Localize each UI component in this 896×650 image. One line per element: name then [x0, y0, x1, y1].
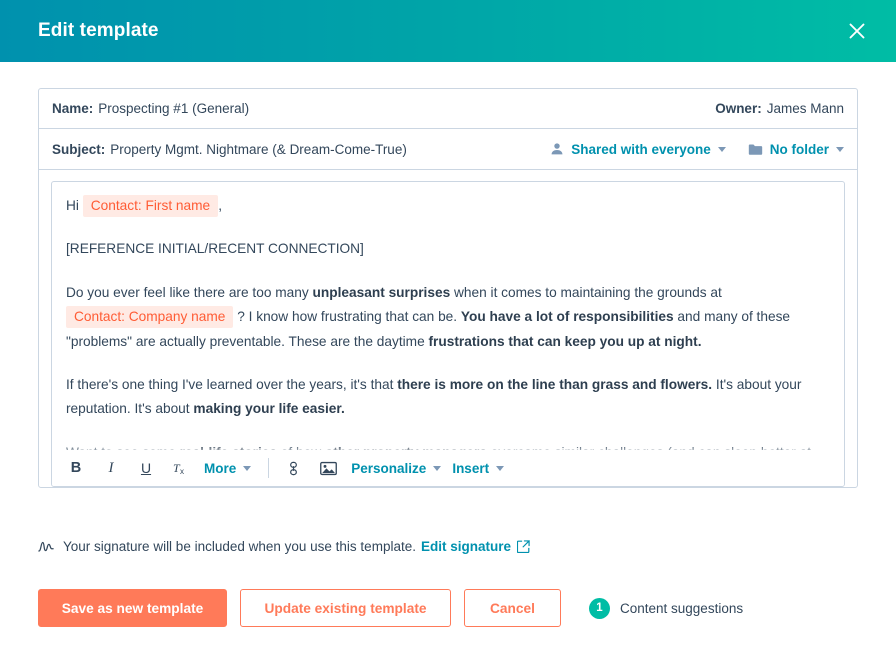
bold-button[interactable]: B [64, 456, 88, 480]
footer-actions: Save as new template Update existing tem… [38, 589, 743, 627]
link-icon[interactable] [281, 456, 305, 480]
owner-value: James Mann [766, 101, 844, 116]
greeting-prefix: Hi [66, 198, 79, 213]
editor-toolbar: B I U T x More Personalize Insert [52, 450, 844, 486]
subject-label: Subject: [52, 141, 106, 157]
sharing-label: Shared with everyone [571, 141, 711, 157]
name-input[interactable]: Prospecting #1 (General) [98, 101, 249, 116]
signature-text: Your signature will be included when you… [63, 539, 416, 554]
folder-icon [748, 143, 763, 156]
p2-text-c: ? I know how frustrating that can be. [233, 309, 461, 325]
edit-signature-link[interactable]: Edit signature [421, 539, 530, 554]
more-label: More [204, 460, 237, 476]
chevron-down-icon [243, 465, 252, 471]
underline-button[interactable]: U [134, 456, 158, 480]
owner-block: Owner: James Mann [715, 101, 844, 116]
paragraph-greeting: Hi Contact: First name, [66, 194, 830, 218]
more-dropdown[interactable]: More [204, 460, 252, 476]
p3-text-a: If there's one thing I've learned over t… [66, 376, 398, 392]
body-editor-box: Hi Contact: First name, [REFERENCE INITI… [51, 181, 845, 487]
body-wrap: Hi Contact: First name, [REFERENCE INITI… [39, 170, 857, 487]
p2-text-b: when it comes to maintaining the grounds… [450, 284, 722, 300]
folder-label: No folder [769, 141, 829, 157]
toolbar-divider [268, 458, 270, 478]
insert-dropdown[interactable]: Insert [452, 460, 505, 476]
page-title: Edit template [38, 20, 159, 41]
insert-label: Insert [452, 460, 490, 476]
italic-button[interactable]: I [99, 456, 123, 480]
paragraph-reference: [REFERENCE INITIAL/RECENT CONNECTION] [66, 237, 830, 261]
token-contact-company-name[interactable]: Contact: Company name [66, 306, 234, 329]
p3-bold-a: there is more on the line than grass and… [397, 376, 713, 392]
signature-note: Your signature will be included when you… [38, 539, 530, 554]
p3-bold-b: making your life easier. [193, 401, 345, 417]
greeting-suffix: , [218, 198, 222, 213]
personalize-label: Personalize [351, 460, 427, 476]
template-editor-card: Name: Prospecting #1 (General) Owner: Ja… [38, 88, 858, 488]
name-label: Name: [52, 101, 94, 116]
p2-bold-a: unpleasant surprises [312, 284, 451, 300]
clear-formatting-icon[interactable]: T x [169, 456, 193, 480]
save-as-new-template-button[interactable]: Save as new template [38, 589, 227, 627]
signature-icon [38, 540, 54, 554]
close-icon[interactable] [840, 14, 874, 48]
subject-row: Subject: Property Mgmt. Nightmare (& Dre… [39, 129, 857, 170]
paragraph-three: If there's one thing I've learned over t… [66, 373, 830, 422]
token-contact-first-name[interactable]: Contact: First name [82, 195, 219, 218]
email-body-content[interactable]: Hi Contact: First name, [REFERENCE INITI… [52, 182, 844, 452]
reference-line: [REFERENCE INITIAL/RECENT CONNECTION] [66, 241, 364, 257]
p2-bold-b: You have a lot of responsibilities [460, 309, 674, 325]
p2-text-a: Do you ever feel like there are too many [66, 284, 313, 300]
chevron-down-icon [496, 465, 505, 471]
edit-signature-label: Edit signature [420, 539, 511, 554]
subject-input[interactable]: Property Mgmt. Nightmare (& Dream-Come-T… [110, 142, 407, 157]
name-row: Name: Prospecting #1 (General) Owner: Ja… [39, 89, 857, 129]
owner-label: Owner: [715, 101, 762, 116]
modal-header: Edit template [0, 0, 896, 62]
sharing-dropdown[interactable]: Shared with everyone [550, 142, 726, 157]
personalize-dropdown[interactable]: Personalize [351, 460, 442, 476]
folder-dropdown[interactable]: No folder [748, 142, 844, 157]
chevron-down-icon [717, 146, 726, 152]
chevron-down-icon [433, 465, 442, 471]
p2-bold-c: frustrations that can keep you up at nig… [428, 333, 702, 349]
status-badge: 1 [589, 597, 610, 619]
chevron-down-icon [836, 146, 844, 152]
cancel-button[interactable]: Cancel [464, 589, 561, 627]
person-icon [550, 142, 564, 156]
external-link-icon [516, 540, 530, 553]
image-icon[interactable] [316, 456, 340, 480]
svg-text:x: x [180, 467, 184, 476]
paragraph-two: Do you ever feel like there are too many… [66, 281, 830, 354]
content-suggestions-label: Content suggestions [620, 600, 744, 616]
content-suggestions[interactable]: 1 Content suggestions [589, 597, 744, 619]
update-existing-template-button[interactable]: Update existing template [240, 589, 451, 627]
